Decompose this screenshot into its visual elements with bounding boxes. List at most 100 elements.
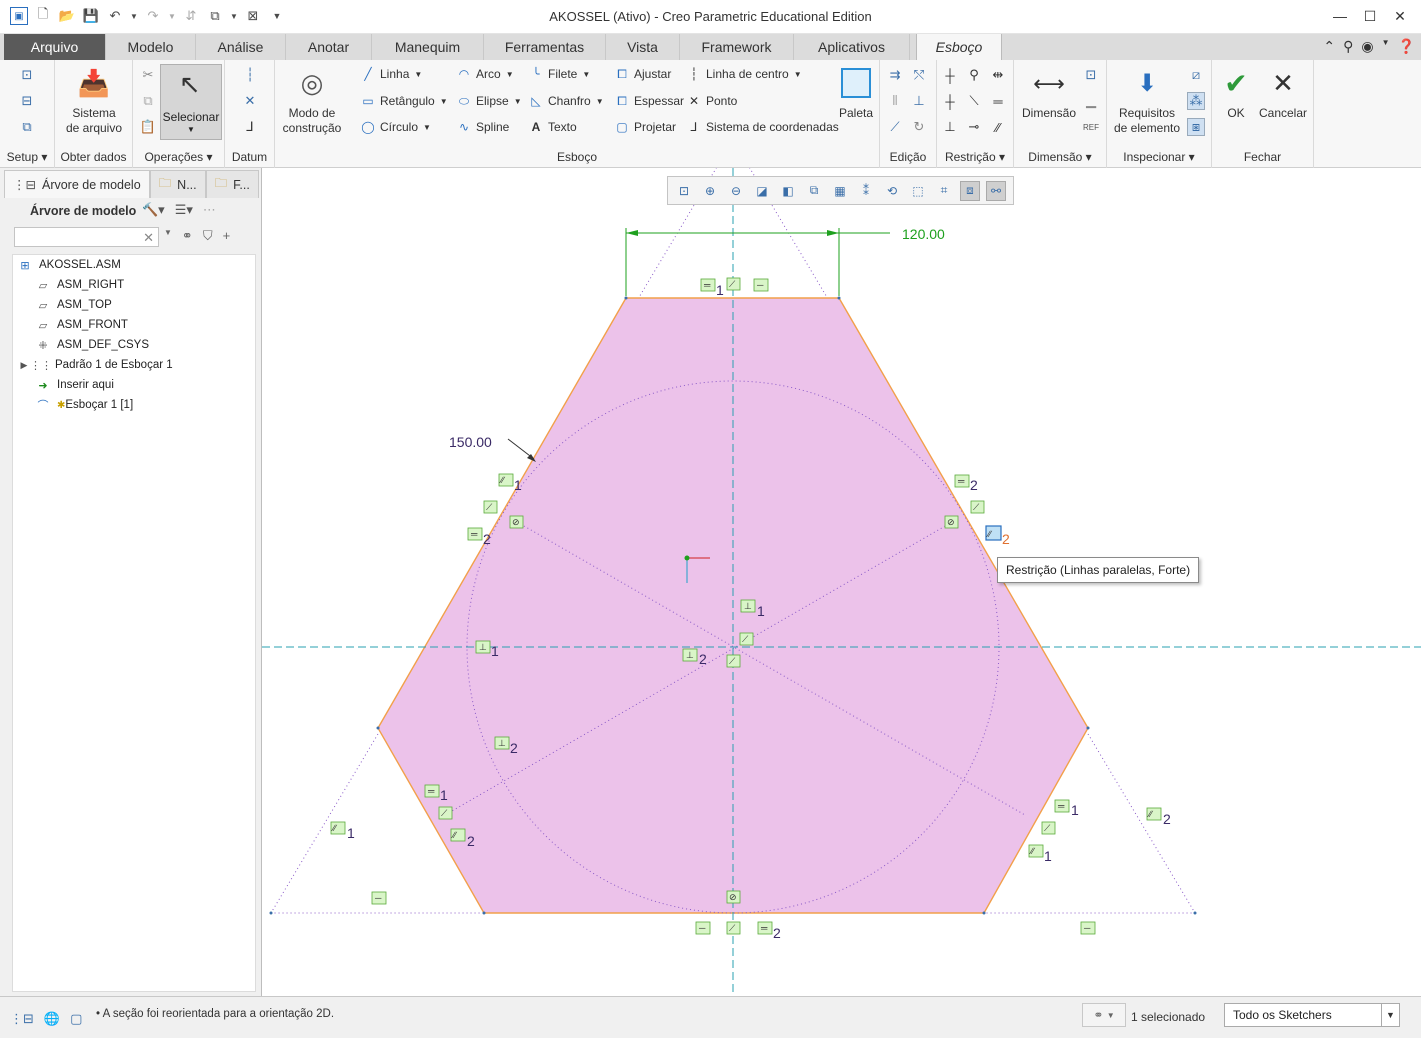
filete-button[interactable]: ╰ Filete ▼ — [529, 67, 590, 81]
tree-item-esbocar[interactable]: ⌒ ✱ Esboçar 1 [1] — [35, 395, 134, 415]
delete-segment-icon[interactable]: ⤲ — [910, 66, 928, 84]
group-label-operacoes[interactable]: Operações ▾ — [133, 150, 224, 164]
tree-item-asm-def-csys[interactable]: ⁜ ASM_DEF_CSYS — [35, 335, 149, 355]
highlight-open-ends-icon[interactable]: ⁂ — [1187, 92, 1205, 110]
graphics-canvas[interactable] — [262, 168, 1421, 996]
show-icon[interactable]: ☰▾ — [175, 202, 193, 218]
rotate-resize-icon[interactable]: ↻ — [910, 118, 928, 136]
datum-centerline-icon[interactable]: ┆ — [241, 66, 259, 84]
perimeter-icon[interactable]: ⊡ — [1082, 66, 1100, 84]
ponto-button[interactable]: ✕ Ponto — [687, 94, 737, 108]
expand-icon[interactable]: ▶ — [19, 358, 29, 372]
group-label-inspecionar[interactable]: Inspecionar ▾ — [1107, 150, 1211, 164]
modo-construcao-button[interactable]: ◎ Modo de construção — [279, 64, 345, 136]
browser-toggle-icon[interactable]: 🌐 — [44, 1011, 60, 1027]
cut-icon[interactable]: ✂ — [139, 66, 157, 84]
tab-aplicativos[interactable]: Aplicativos — [794, 34, 910, 60]
sketch-setup-icon[interactable]: ⊡ — [18, 66, 36, 84]
paste-icon[interactable]: 📋 — [139, 118, 157, 136]
sketch-view-icon[interactable]: ⧉ — [18, 118, 36, 136]
reference-dim-icon[interactable]: REF — [1082, 118, 1100, 136]
tab-vista[interactable]: Vista — [606, 34, 680, 60]
sistema-coordenadas-button[interactable]: ⅃ Sistema de coordenadas — [687, 120, 839, 134]
horizontal-constraint-icon[interactable]: ┼ — [941, 92, 959, 110]
help-icon[interactable]: ❓ — [1398, 38, 1415, 55]
selection-filter-button[interactable]: ⚭ ▼ — [1082, 1003, 1126, 1027]
selection-filter-select[interactable]: Todo os Sketchers ▼ — [1224, 1003, 1400, 1027]
ok-button[interactable]: ✔ OK — [1218, 64, 1254, 121]
zoom-out-icon[interactable]: ⊖ — [726, 181, 746, 201]
elipse-button[interactable]: ⬭ Elipse ▼ — [457, 94, 522, 109]
help-dropdown-icon[interactable]: ▼ — [1382, 38, 1390, 55]
add-icon[interactable]: + — [223, 228, 231, 244]
equal-constraint-icon[interactable]: ═ — [989, 92, 1007, 110]
constraint-display-icon[interactable]: ⚯ — [986, 180, 1006, 201]
overlapping-geometry-icon[interactable]: ⧄ — [1187, 66, 1205, 84]
search-icon[interactable]: ⚲ — [1343, 38, 1353, 55]
maximize-icon[interactable]: ☐ — [1355, 4, 1385, 28]
corner-icon[interactable]: ⟋ — [886, 118, 904, 136]
baseline-icon[interactable]: ▁ — [1082, 92, 1100, 110]
divide-icon[interactable]: ⊥ — [910, 92, 928, 110]
tab-favorites[interactable]: 🗀 F... — [205, 170, 259, 198]
spline-button[interactable]: ∿ Spline — [457, 120, 509, 134]
navigator-toggle-icon[interactable]: ⋮⊟ — [10, 1011, 34, 1027]
tree-item-akossel-asm[interactable]: ⊞ AKOSSEL.ASM — [17, 255, 120, 275]
selecionar-button[interactable]: ↖ Selecionar ▼ — [160, 64, 222, 140]
requisitos-button[interactable]: ⬇ Requisitos de elemento — [1109, 64, 1185, 136]
minimize-icon[interactable]: — — [1325, 4, 1355, 28]
linha-de-centro-button[interactable]: ┆ Linha de centro ▼ — [687, 67, 801, 81]
cancelar-button[interactable]: ✕ Cancelar — [1256, 64, 1310, 121]
tab-modelo[interactable]: Modelo — [106, 34, 196, 60]
parallel-constraint-icon[interactable]: ∕∕ — [989, 118, 1007, 136]
clear-search-icon[interactable]: ✕ — [143, 230, 154, 246]
espessar-button[interactable]: ⧠ Espessar — [615, 94, 684, 109]
refit-icon[interactable]: ⊡ — [674, 181, 694, 201]
tab-folder-browser[interactable]: 🗀 N... — [149, 170, 206, 198]
saved-orientations-icon[interactable]: ⧉ — [804, 181, 824, 201]
zoom-in-icon[interactable]: ⊕ — [700, 181, 720, 201]
linha-button[interactable]: ╱ Linha ▼ — [361, 67, 422, 81]
tab-model-tree[interactable]: ⋮⊟ Árvore de modelo — [4, 170, 150, 198]
settings-icon[interactable]: 🔨▾ — [142, 202, 165, 218]
midpoint-constraint-icon[interactable]: ⟍ — [965, 92, 983, 110]
coincident-constraint-icon[interactable]: ⊸ — [965, 118, 983, 136]
reference-icon[interactable]: ⊟ — [18, 92, 36, 110]
community-icon[interactable]: ◉ — [1361, 38, 1373, 55]
fullscreen-icon[interactable]: ▢ — [70, 1011, 82, 1027]
tab-anotar[interactable]: Anotar — [286, 34, 372, 60]
copy-icon[interactable]: ⧉ — [139, 92, 157, 110]
ajustar-button[interactable]: ⧠ Ajustar — [615, 67, 671, 82]
tree-item-inserir-aqui[interactable]: ➜ Inserir aqui — [35, 375, 114, 395]
perpendicular-constraint-icon[interactable]: ⊥ — [941, 118, 959, 136]
tab-manequim[interactable]: Manequim — [372, 34, 484, 60]
filter-icon[interactable]: ⛉ — [203, 228, 213, 244]
display-style-icon[interactable]: ◧ — [778, 181, 798, 201]
spin-center-icon[interactable]: ⟲ — [882, 181, 902, 201]
collapse-ribbon-icon[interactable]: ⌃ — [1323, 38, 1335, 55]
tree-item-asm-top[interactable]: ▱ ASM_TOP — [35, 295, 112, 315]
sistema-de-arquivo-button[interactable]: 📥 Sistema de arquivo — [59, 64, 129, 136]
group-label-dimensao[interactable]: Dimensão ▾ — [1014, 150, 1106, 164]
view-manager-icon[interactable]: ▦ — [830, 181, 850, 201]
sketcher-display-filters-icon[interactable]: ⧈ — [960, 180, 980, 201]
dimensao-button[interactable]: ⟷ Dimensão — [1018, 64, 1080, 121]
tree-item-padrao[interactable]: ▶ ⋮⋮ Padrão 1 de Esboçar 1 — [19, 355, 173, 375]
datum-display-icon[interactable]: ⁑ — [856, 181, 876, 201]
tab-esboco[interactable]: Esboço — [916, 34, 1002, 60]
group-label-restricao[interactable]: Restrição ▾ — [937, 150, 1013, 164]
find-icon[interactable]: ⚭ — [182, 228, 193, 244]
mirror-icon[interactable]: ⫴ — [886, 92, 904, 110]
tab-arquivo[interactable]: Arquivo — [4, 34, 106, 60]
retangulo-button[interactable]: ▭ Retângulo ▼ — [361, 94, 447, 108]
texto-button[interactable]: A Texto — [529, 120, 577, 134]
search-dropdown-icon[interactable]: ▼ — [164, 228, 172, 244]
sketch-view-icon[interactable]: ⌗ — [934, 181, 954, 201]
shade-closed-loops-icon[interactable]: ⧆ — [1187, 118, 1205, 136]
tangent-constraint-icon[interactable]: ⚲ — [965, 66, 983, 84]
tree-item-asm-right[interactable]: ▱ ASM_RIGHT — [35, 275, 124, 295]
arco-button[interactable]: ◠ Arco ▼ — [457, 67, 514, 81]
tab-framework[interactable]: Framework — [680, 34, 794, 60]
vertical-constraint-icon[interactable]: ┼ — [941, 66, 959, 84]
modify-icon[interactable]: ⇉ — [886, 66, 904, 84]
